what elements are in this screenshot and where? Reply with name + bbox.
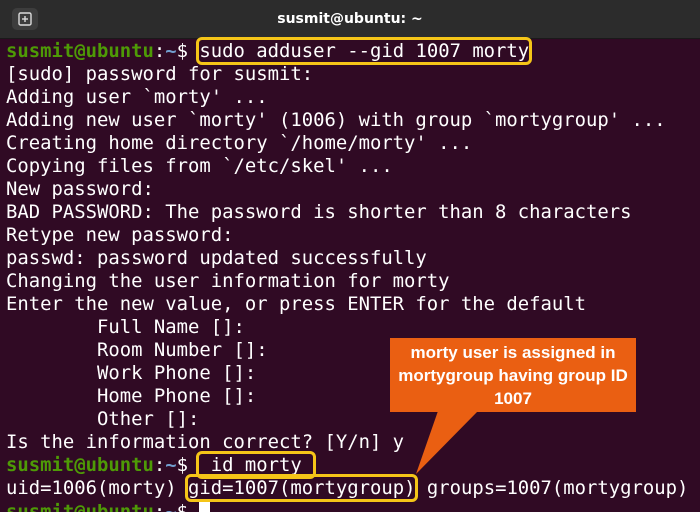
annotation-callout: morty user is assigned in mortygroup hav… (390, 338, 636, 412)
terminal-window: susmit@ubuntu: ~ susmit@ubuntu:~$ sudo a… (0, 0, 700, 512)
callout-pointer (416, 411, 478, 474)
